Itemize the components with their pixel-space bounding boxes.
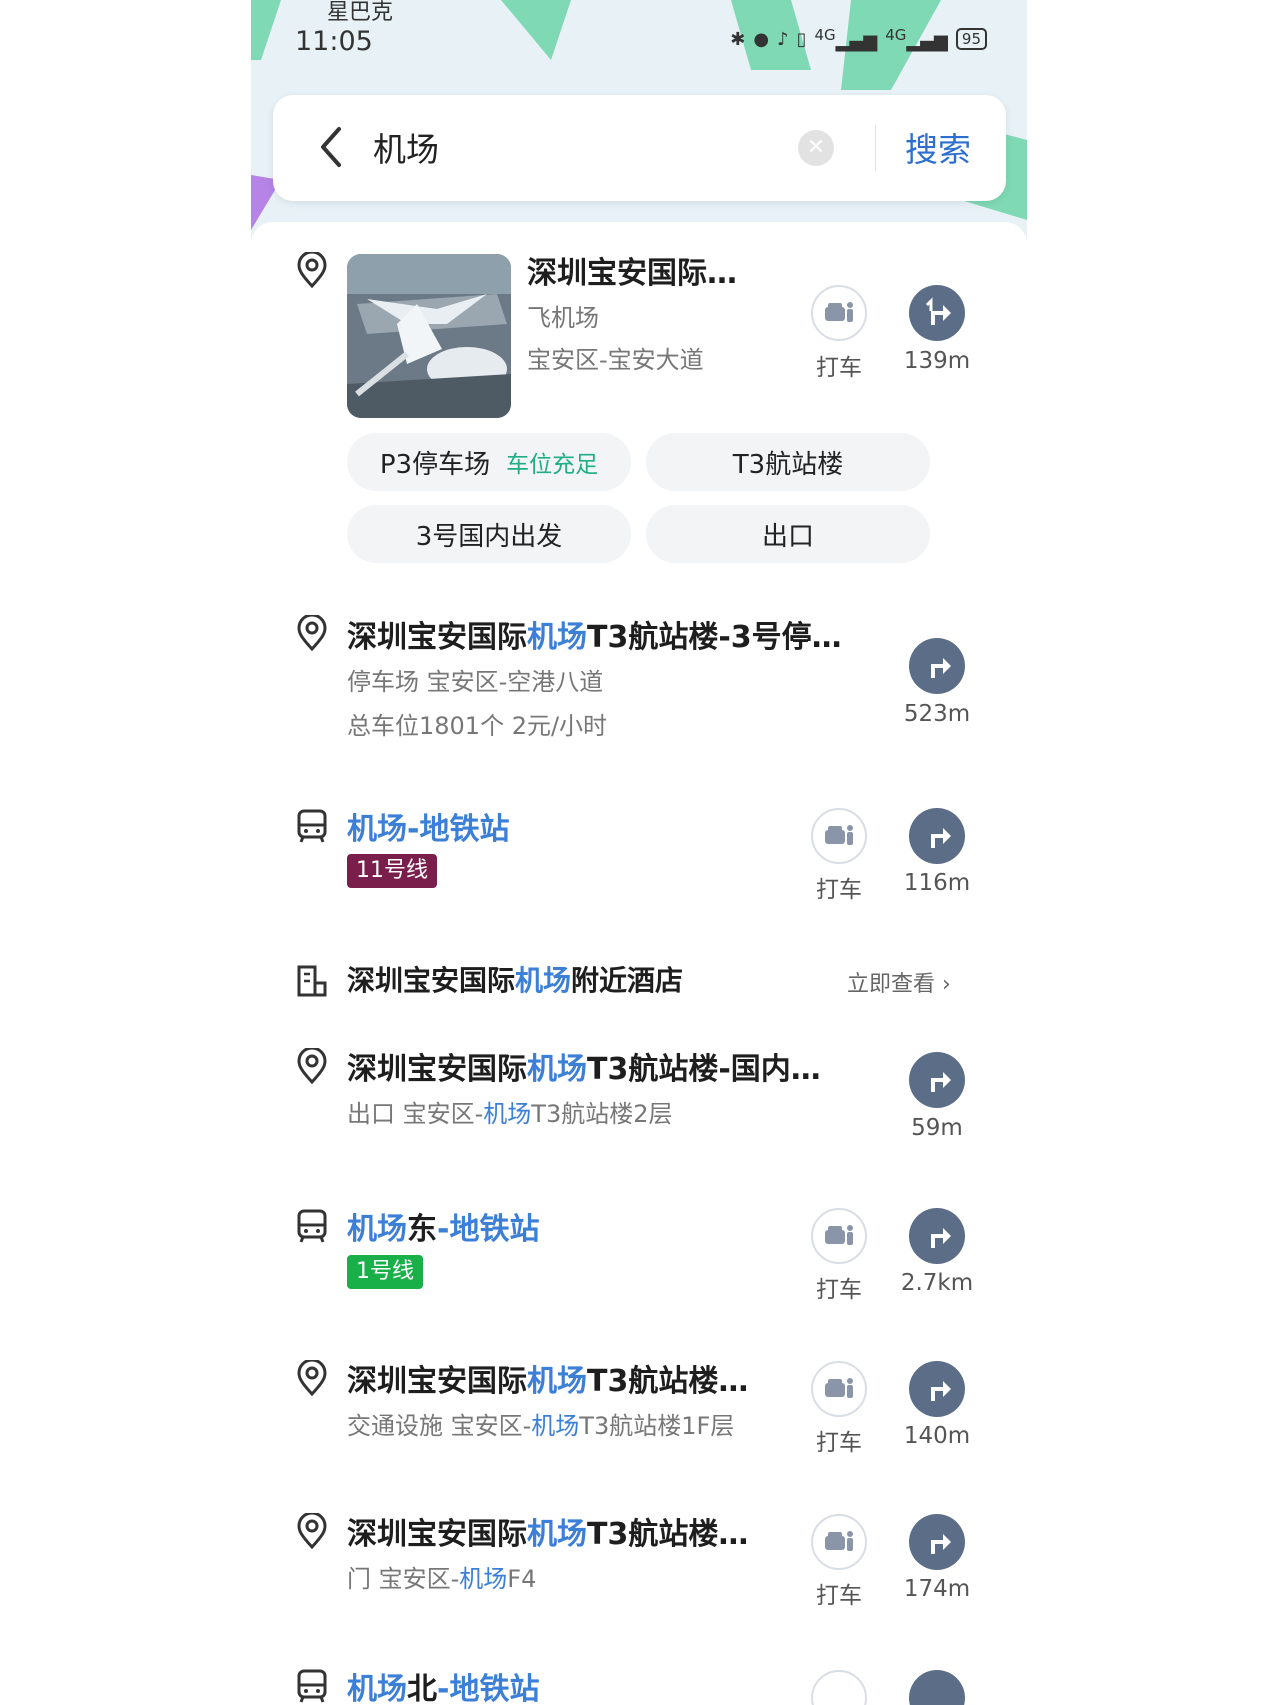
chip-label: T3航站楼: [732, 449, 844, 480]
result-distance: 2.7km: [900, 1270, 974, 1296]
taxi-icon: [825, 825, 853, 845]
view-now-link[interactable]: 立即查看 ›: [847, 966, 951, 998]
search-bar: 机场 ✕ 搜索: [273, 95, 1006, 201]
route-button[interactable]: [909, 638, 965, 694]
subway-icon: [297, 1209, 327, 1243]
hotel-title: 深圳宝安国际机场附近酒店: [347, 964, 684, 997]
result-distance: 140m: [903, 1423, 971, 1449]
route-arrow-icon: [931, 1228, 951, 1248]
taxi-icon: [825, 1378, 853, 1398]
result-title: 机场东-地铁站: [347, 1212, 540, 1247]
chip-label: 3号国内出发: [415, 521, 563, 552]
result-title: 机场-地铁站: [347, 812, 510, 847]
route-button[interactable]: [909, 1361, 965, 1417]
result-title: 机场北-地铁站: [347, 1672, 540, 1705]
route-button[interactable]: [909, 1052, 965, 1108]
taxi-icon: [825, 1531, 853, 1551]
taxi-button[interactable]: [811, 1208, 867, 1264]
result-detail-2: 总车位1801个 2元/小时: [347, 712, 608, 740]
route-button[interactable]: [909, 1670, 965, 1705]
back-arrow-icon[interactable]: [311, 119, 351, 175]
route-arrow-icon: [931, 658, 951, 678]
chip-t3-terminal[interactable]: T3航站楼: [646, 433, 930, 491]
signal-icon-2: 4G▂▄▆: [885, 26, 948, 52]
featured-title: 深圳宝安国际…: [527, 256, 737, 291]
status-carrier: 星巴克: [327, 0, 394, 25]
result-distance: 116m: [903, 870, 971, 896]
vibrate-icon: ▯: [796, 28, 807, 50]
location-pin-icon: [297, 1360, 327, 1396]
taxi-button[interactable]: [811, 1514, 867, 1570]
route-button[interactable]: [909, 1514, 965, 1570]
signal-icon-1: 4G▂▄▆: [814, 26, 878, 52]
subway-icon: [297, 809, 327, 843]
taxi-icon: [825, 1225, 853, 1245]
result-detail: 门 宝安区-机场F4: [347, 1565, 537, 1593]
result-detail: 停车场 宝安区-空港八道: [347, 668, 604, 696]
result-detail: 交通设施 宝安区-机场T3航站楼1F层: [347, 1412, 735, 1440]
result-distance: 523m: [903, 701, 971, 727]
route-arrow-icon: [931, 1534, 951, 1554]
battery-icon: 95: [955, 28, 987, 50]
mic-icon: ♪: [777, 28, 789, 50]
results-sheet: 深圳宝安国际… 飞机场 宝安区-宝安大道 打车 139m P3停车场 车位充足: [251, 222, 1027, 1705]
line-badge: 11号线: [347, 854, 437, 888]
route-button[interactable]: [909, 285, 965, 341]
route-button[interactable]: [909, 808, 965, 864]
search-button[interactable]: 搜索: [905, 123, 971, 171]
status-icons: ✱ ● ♪ ▯ 4G▂▄▆ 4G▂▄▆ 95: [730, 26, 987, 52]
featured-address: 宝安区-宝安大道: [527, 346, 704, 374]
search-input[interactable]: 机场: [373, 123, 439, 171]
route-button[interactable]: [909, 1208, 965, 1264]
route-arrow-icon: [931, 828, 951, 848]
taxi-button[interactable]: [811, 1670, 867, 1705]
featured-distance: 139m: [903, 348, 971, 374]
taxi-button[interactable]: [811, 1361, 867, 1417]
route-arrow-icon: [925, 297, 951, 325]
result-title: 深圳宝安国际机场T3航站楼…: [347, 1517, 749, 1552]
chip-label: 出口: [761, 521, 814, 552]
route-arrow-icon: [931, 1381, 951, 1401]
result-title: 深圳宝安国际机场T3航站楼-3号停…: [347, 620, 842, 655]
status-bar: 星巴克 11:05 ✱ ● ♪ ▯ 4G▂▄▆ 4G▂▄▆ 95: [251, 0, 1027, 70]
taxi-button[interactable]: [811, 285, 867, 341]
chip-p3-parking[interactable]: P3停车场 车位充足: [347, 433, 631, 491]
parking-status: 车位充足: [506, 452, 599, 478]
result-title: 深圳宝安国际机场T3航站楼…: [347, 1364, 749, 1399]
featured-category: 飞机场: [527, 304, 599, 332]
location-pin-icon: [297, 615, 327, 651]
taxi-icon: [825, 302, 853, 322]
bluetooth-icon: ✱: [730, 28, 746, 50]
taxi-button[interactable]: [811, 808, 867, 864]
chip-domestic-departure[interactable]: 3号国内出发: [347, 505, 631, 563]
location-icon: ●: [753, 28, 770, 50]
hotel-icon: [297, 965, 327, 997]
result-distance: 174m: [903, 1576, 971, 1602]
phone-screen: 星巴克 11:05 ✱ ● ♪ ▯ 4G▂▄▆ 4G▂▄▆ 95 机场 ✕ 搜索: [251, 0, 1027, 1705]
location-pin-icon: [297, 252, 327, 288]
subway-icon: [297, 1669, 327, 1703]
location-pin-icon: [297, 1048, 327, 1084]
chip-label: P3停车场: [379, 449, 491, 480]
result-distance: 59m: [911, 1115, 963, 1141]
airport-photo[interactable]: [347, 254, 511, 418]
result-title: 深圳宝安国际机场T3航站楼-国内…: [347, 1052, 821, 1087]
clear-icon[interactable]: ✕: [798, 130, 834, 166]
result-detail: 出口 宝安区-机场T3航站楼2层: [347, 1100, 673, 1128]
search-divider: [875, 125, 876, 171]
line-badge: 1号线: [347, 1255, 423, 1289]
status-time: 11:05: [295, 26, 373, 57]
location-pin-icon: [297, 1513, 327, 1549]
route-arrow-icon: [931, 1072, 951, 1092]
chip-exit[interactable]: 出口: [646, 505, 930, 563]
